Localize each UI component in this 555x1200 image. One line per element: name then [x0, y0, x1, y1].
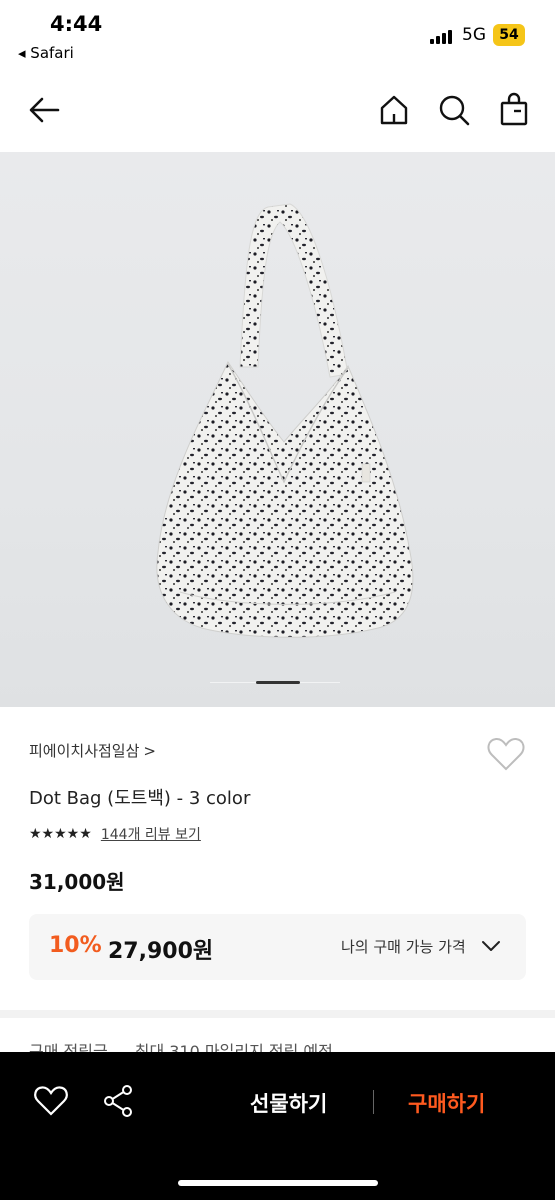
section-divider — [0, 1010, 555, 1018]
top-nav — [0, 80, 555, 140]
carousel-thumb — [256, 681, 300, 684]
rating-row: ★★★★★ 144개 리뷰 보기 — [29, 823, 201, 843]
status-bar: 4:44 ◂ Safari 5G 54 — [0, 0, 555, 70]
review-link[interactable]: 144개 리뷰 보기 — [101, 824, 201, 844]
search-icon[interactable] — [434, 90, 474, 130]
shopping-bag-icon[interactable] — [494, 90, 534, 130]
gift-button[interactable]: 선물하기 — [250, 1088, 327, 1118]
carousel-indicator — [210, 681, 340, 684]
battery-icon: 54 — [493, 24, 525, 46]
dot-bag-illustration — [156, 203, 414, 638]
brand-name: 피에이치사점일삼 — [29, 742, 140, 760]
button-separator — [373, 1090, 374, 1114]
my-price-label: 나의 구매 가능 가격 — [341, 938, 466, 956]
home-icon[interactable] — [374, 90, 414, 130]
rating-stars: ★★★★★ — [29, 825, 92, 842]
product-image[interactable] — [0, 152, 555, 707]
chevron-down-icon[interactable] — [479, 934, 503, 958]
buy-button[interactable]: 구매하기 — [408, 1088, 485, 1118]
my-price-box[interactable]: 10% 27,900원 나의 구매 가능 가격 — [29, 914, 526, 980]
home-indicator — [178, 1180, 378, 1186]
original-price: 31,000원 — [29, 870, 125, 894]
back-to-safari-link[interactable]: ◂ Safari — [18, 44, 74, 62]
discount-rate: 10% — [49, 933, 102, 958]
network-label: 5G — [462, 25, 486, 45]
heart-icon[interactable] — [32, 1082, 70, 1120]
wishlist-heart-icon[interactable] — [486, 735, 526, 773]
chevron-right-icon: > — [143, 742, 156, 760]
bottom-action-bar: 선물하기 구매하기 — [0, 1052, 555, 1200]
back-arrow-icon[interactable] — [24, 90, 64, 130]
discount-price: 27,900원 — [108, 939, 214, 964]
share-icon[interactable] — [100, 1082, 138, 1120]
product-name: Dot Bag (도트백) - 3 color — [29, 788, 251, 809]
brand-link[interactable]: 피에이치사점일삼 > — [29, 740, 156, 761]
status-time: 4:44 — [50, 12, 103, 36]
signal-icon — [430, 28, 454, 44]
